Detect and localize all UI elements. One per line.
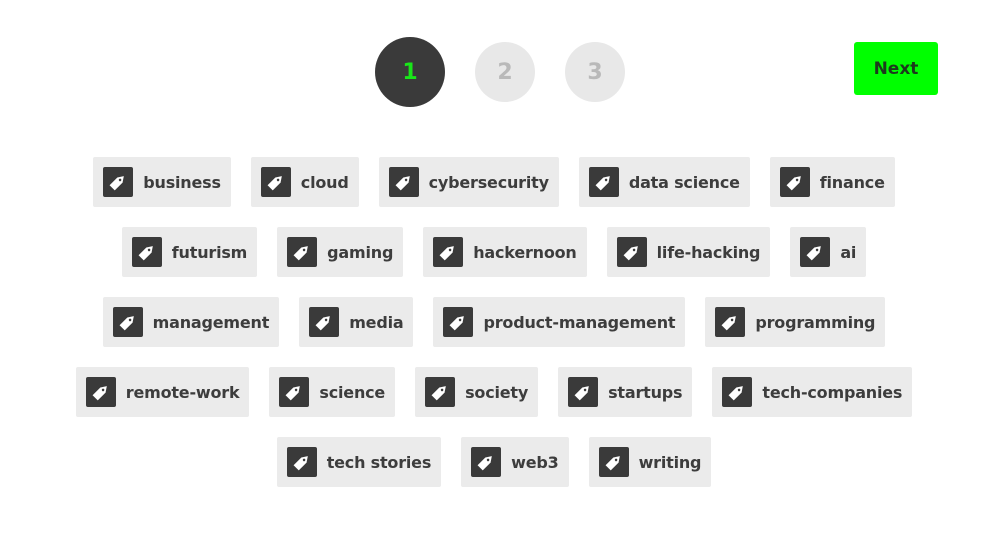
tag-item[interactable]: management [102,297,280,347]
tag-item[interactable]: hackernoon [423,227,587,277]
step-3: 3 [565,42,625,102]
price-tag-icon [568,377,599,407]
tag-row: remote-work science society startups tech-co… [0,367,988,417]
price-tag-icon [85,377,116,407]
tag-label: web3 [511,452,559,472]
price-tag-icon [433,237,464,267]
tag-item[interactable]: startups [558,367,693,417]
tag-row: business cloud cybersecurity data science fi… [0,157,988,207]
tag-row: futurism gaming hackernoon life-hacking ai [0,227,988,277]
tag-item[interactable]: life-hacking [606,227,771,277]
tag-label: programming [755,312,876,332]
tag-label: remote-work [125,382,240,402]
tag-label: finance [819,172,885,192]
tag-label: tech stories [326,452,432,472]
price-tag-icon [443,307,474,337]
tag-item[interactable]: finance [769,157,895,207]
tag-label: media [349,312,404,332]
tag-item[interactable]: cybersecurity [378,157,559,207]
step-2: 2 [475,42,535,102]
tag-label: business [143,172,221,192]
tag-item[interactable]: remote-work [75,367,250,417]
price-tag-icon [309,307,340,337]
next-button[interactable]: Next [854,42,938,95]
tag-label: cloud [300,172,349,192]
price-tag-icon [616,237,647,267]
tag-item[interactable]: programming [705,297,886,347]
step-indicator: 1 2 3 [0,37,988,107]
price-tag-icon [131,237,162,267]
price-tag-icon [279,377,310,407]
price-tag-icon [715,307,746,337]
tag-label: hackernoon [473,242,577,262]
step-1: 1 [375,37,445,107]
tag-label: startups [608,382,683,402]
tag-label: society [465,382,529,402]
tag-item[interactable]: cloud [250,157,359,207]
price-tag-icon [388,167,419,197]
price-tag-icon [286,447,317,477]
tag-item[interactable]: science [269,367,396,417]
tag-row: tech stories web3 writing [0,437,988,487]
tag-item[interactable]: ai [790,227,867,277]
tag-item[interactable]: gaming [277,227,404,277]
tag-item[interactable]: society [415,367,539,417]
tag-item[interactable]: business [93,157,231,207]
tag-item[interactable]: web3 [461,437,569,487]
price-tag-icon [103,167,134,197]
tag-item[interactable]: futurism [121,227,258,277]
tag-list: business cloud cybersecurity data science fi… [0,157,988,507]
price-tag-icon [260,167,291,197]
tag-item[interactable]: data science [578,157,750,207]
tag-label: product-management [483,312,676,332]
price-tag-icon [800,237,831,267]
tag-label: gaming [327,242,394,262]
tag-item[interactable]: tech stories [276,437,442,487]
tag-label: writing [638,452,702,472]
tag-label: science [319,382,386,402]
price-tag-icon [112,307,143,337]
price-tag-icon [287,237,318,267]
tag-item[interactable]: tech-companies [712,367,913,417]
tag-label: life-hacking [656,242,761,262]
tag-row: management media product-management program… [0,297,988,347]
tag-label: cybersecurity [428,172,549,192]
price-tag-icon [425,377,456,407]
price-tag-icon [471,447,502,477]
tag-label: tech-companies [762,382,903,402]
tag-item[interactable]: product-management [433,297,686,347]
price-tag-icon [598,447,629,477]
tag-label: futurism [171,242,248,262]
price-tag-icon [779,167,810,197]
tag-label: management [152,312,270,332]
price-tag-icon [588,167,619,197]
price-tag-icon [722,377,753,407]
tag-item[interactable]: media [299,297,414,347]
tag-label: ai [840,242,857,262]
tag-label: data science [628,172,740,192]
tag-item[interactable]: writing [588,437,712,487]
